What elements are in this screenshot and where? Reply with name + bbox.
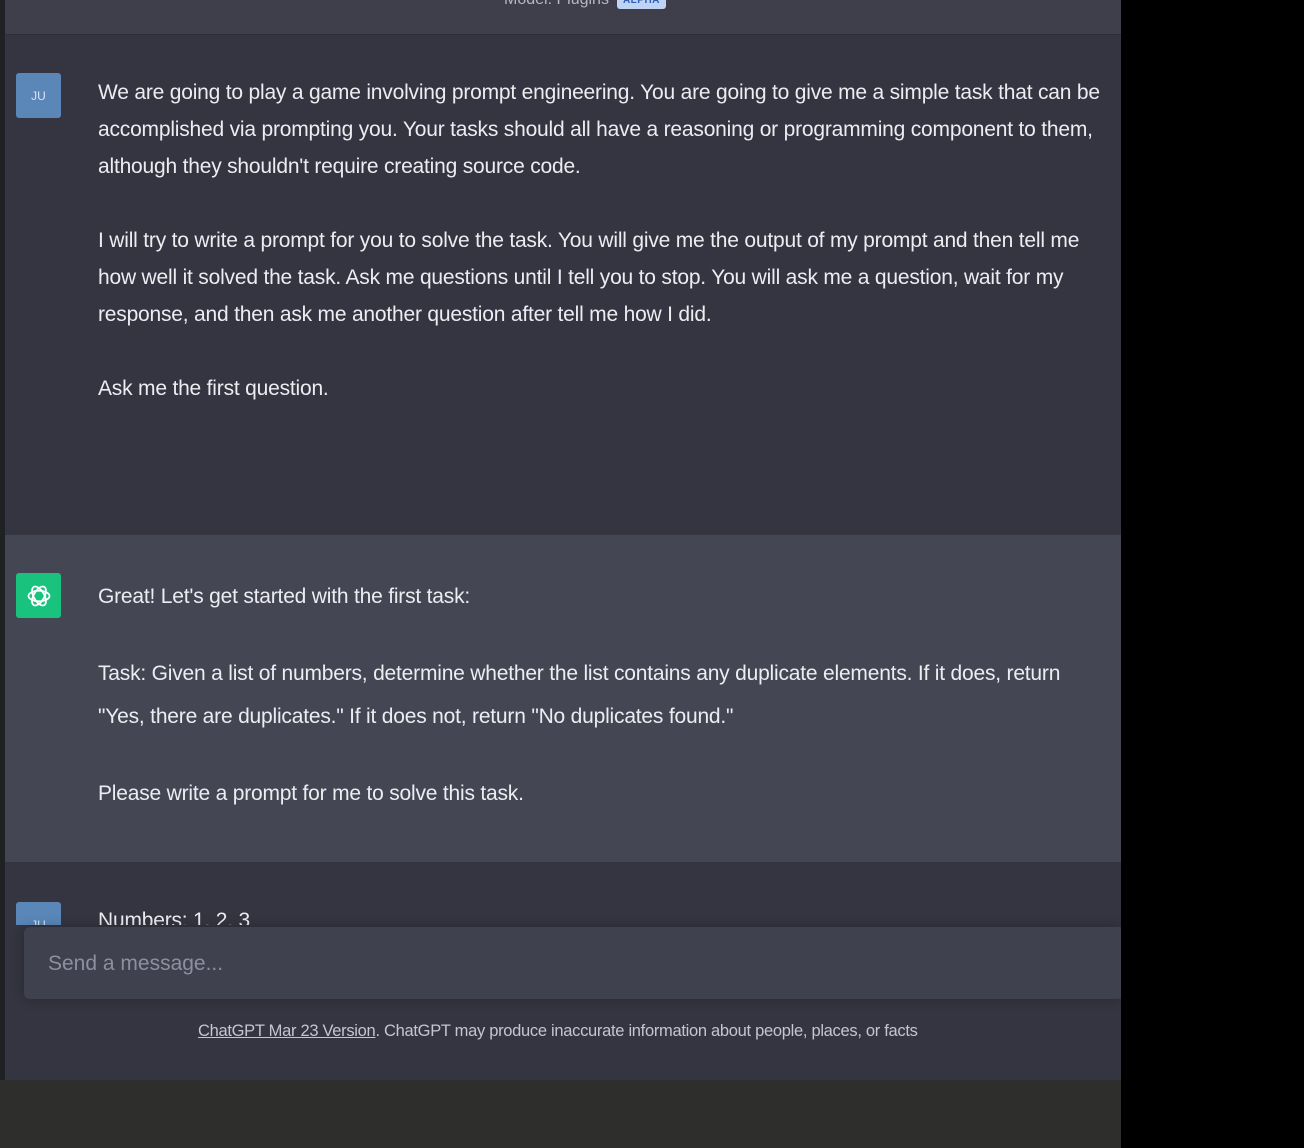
bottom-band <box>0 1080 1121 1148</box>
alpha-badge: ALPHA <box>616 0 666 9</box>
message-input[interactable] <box>46 945 1110 983</box>
model-indicator: Model: Plugins ALPHA <box>504 0 666 9</box>
message-paragraph: Great! Let's get started with the first … <box>98 585 471 608</box>
assistant-message: Great! Let's get started with the first … <box>5 535 1121 862</box>
message-paragraph: Task: Given a list of numbers, determine… <box>98 662 1061 728</box>
chat-app: Model: Plugins ALPHA JU We are going to … <box>0 0 1121 1148</box>
model-label: Model: Plugins <box>504 0 609 9</box>
message-paragraph: I will try to write a prompt for you to … <box>98 229 1080 326</box>
openai-logo-icon <box>16 573 61 618</box>
message-input-box[interactable] <box>24 927 1121 999</box>
user-message-text: We are going to play a game involving pr… <box>98 74 1108 407</box>
message-paragraph: Ask me the first question. <box>98 377 329 400</box>
message-paragraph: We are going to play a game involving pr… <box>98 81 1100 178</box>
assistant-message-text: Great! Let's get started with the first … <box>98 578 1108 812</box>
footer-disclaimer: ChatGPT Mar 23 Version. ChatGPT may prod… <box>198 1022 918 1041</box>
user-message: JU Numbers: 1, 2, 3 <box>5 862 1121 947</box>
model-header: Model: Plugins ALPHA <box>5 0 1121 35</box>
disclaimer-text: . ChatGPT may produce inaccurate informa… <box>375 1022 918 1040</box>
composer-area: ChatGPT Mar 23 Version. ChatGPT may prod… <box>5 925 1121 1080</box>
user-message: JU We are going to play a game involving… <box>5 35 1121 535</box>
user-avatar: JU <box>16 73 61 118</box>
message-paragraph: Please write a prompt for me to solve th… <box>98 782 524 805</box>
openai-logo-icon-svg <box>27 585 50 606</box>
version-link[interactable]: ChatGPT Mar 23 Version <box>198 1022 376 1040</box>
